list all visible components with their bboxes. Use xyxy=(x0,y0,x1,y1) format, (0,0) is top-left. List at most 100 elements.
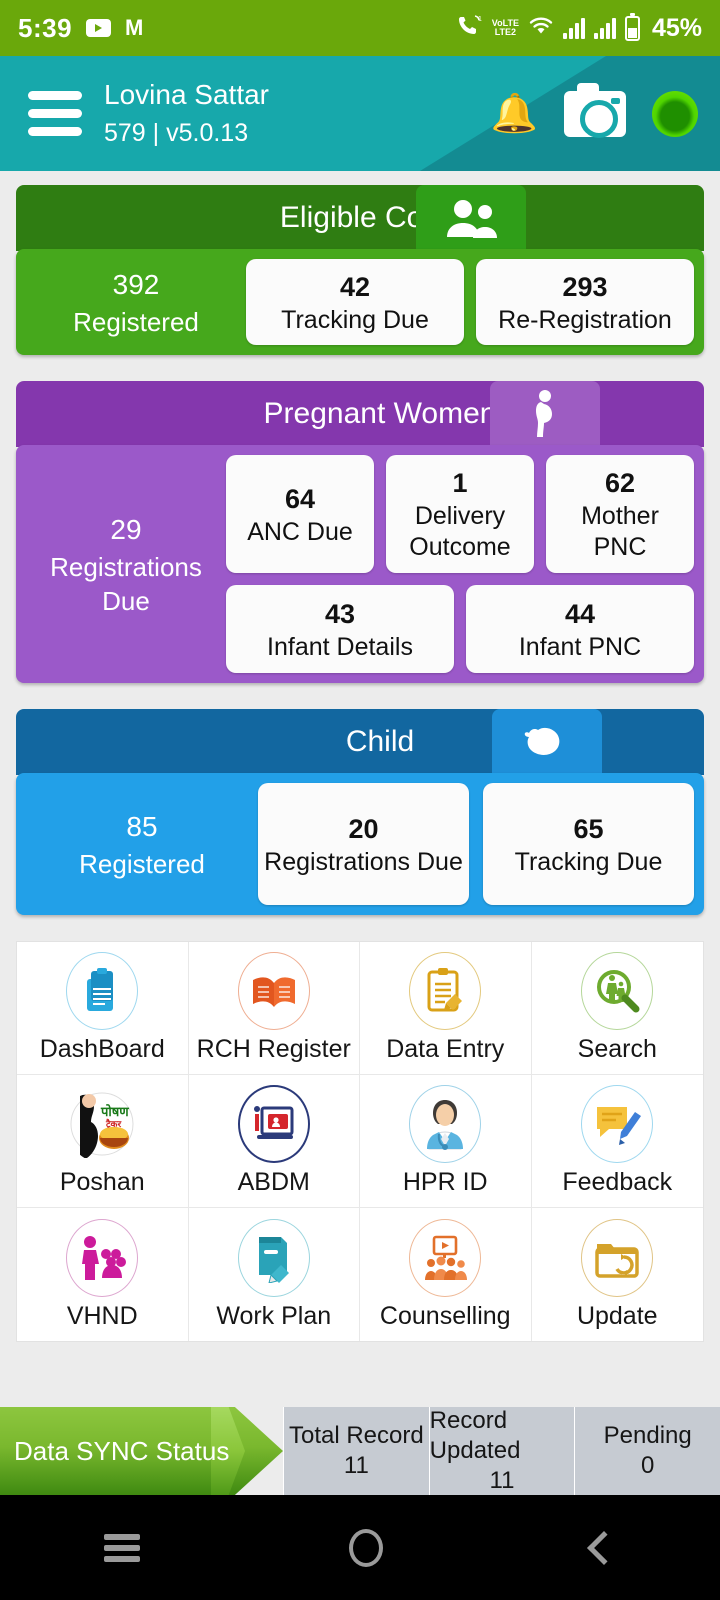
card-title: Eligible Couple xyxy=(279,201,481,234)
tile-number: 20 xyxy=(348,813,379,844)
hamburger-menu-icon[interactable] xyxy=(28,91,82,136)
tile-label: Infant PNC xyxy=(518,632,642,661)
menu-item-data-entry[interactable]: Data Entry xyxy=(360,942,532,1075)
menu-item-label: Data Entry xyxy=(386,1035,505,1063)
menu-item-counselling[interactable]: Counselling xyxy=(360,1208,532,1341)
signal-bars-sim2 xyxy=(593,17,616,39)
vhnd-community-icon xyxy=(66,1218,139,1297)
menu-item-feedback[interactable]: Feedback xyxy=(531,1075,703,1208)
folder-refresh-icon xyxy=(581,1218,654,1297)
menu-item-dashboard[interactable]: DashBoard xyxy=(17,942,189,1075)
recents-menu-icon[interactable] xyxy=(104,1533,141,1562)
tile-number: 293 xyxy=(562,271,608,302)
tile-infant-pnc[interactable]: 44 Infant PNC xyxy=(466,585,694,673)
home-circle-icon[interactable] xyxy=(348,1528,383,1567)
tile-label: Registrations Due xyxy=(264,847,463,876)
menu-item-search[interactable]: Search xyxy=(531,942,703,1075)
clipboard-dashboard-icon xyxy=(66,952,139,1030)
menu-item-label: HPR ID xyxy=(402,1168,488,1196)
menu-item-label: DashBoard xyxy=(39,1035,165,1063)
poshan-tracker-icon: पोषण ट्रैकर xyxy=(66,1085,139,1163)
sync-cell-total-record: Total Record 11 xyxy=(283,1407,429,1495)
card-header-child: Child xyxy=(16,709,704,775)
dashboard-cards: Eligible Couple 392 Registered 42 Tracki… xyxy=(0,171,720,915)
online-status-indicator[interactable] xyxy=(652,90,698,137)
wifi-icon xyxy=(528,15,554,42)
status-time: 5:39 xyxy=(18,12,73,43)
summary-label: Registered xyxy=(73,307,199,337)
user-name: Lovina Sattar xyxy=(104,78,269,110)
summary-number: 392 xyxy=(112,269,160,300)
tile-number: 62 xyxy=(604,468,636,498)
baby-icon xyxy=(492,709,602,775)
tile-mother-pnc[interactable]: 62 Mother PNC xyxy=(546,455,694,573)
card-summary-eligible-couple[interactable]: 392 Registered xyxy=(26,259,246,345)
card-child[interactable]: Child 85 Registered 20 Registrations Due… xyxy=(16,709,704,915)
sync-cell-value: 11 xyxy=(489,1467,515,1494)
app-header: Lovina Sattar 579 | v5.0.13 🔔 xyxy=(0,56,720,171)
tile-label: Infant Details xyxy=(267,632,413,661)
tile-label: Tracking Due xyxy=(514,847,663,876)
tile-number: 1 xyxy=(452,468,468,498)
tile-delivery-outcome[interactable]: 1 Delivery Outcome xyxy=(386,455,534,573)
menu-item-hpr-id[interactable]: HPR ID xyxy=(360,1075,532,1208)
clipboard-pencil-icon xyxy=(409,952,482,1030)
summary-number: 29 xyxy=(110,514,142,545)
summary-label: Registrations Due xyxy=(50,552,202,616)
menu-item-update[interactable]: Update xyxy=(532,1208,704,1341)
open-book-icon xyxy=(237,952,310,1030)
network-type-label: VoLTE LTE2 xyxy=(491,18,519,37)
menu-item-abdm[interactable]: ABDM xyxy=(188,1075,360,1208)
sync-cell-label: Pending xyxy=(603,1422,692,1449)
tile-number: 43 xyxy=(324,598,356,629)
pregnant-woman-icon xyxy=(490,381,600,447)
status-bar: 5:39 M 1 VoLTE LTE2 45% xyxy=(0,0,720,56)
tile-number: 64 xyxy=(284,483,316,514)
battery-icon xyxy=(624,12,640,41)
summary-number: 85 xyxy=(126,811,158,842)
menu-item-poshan[interactable]: पोषण ट्रैकर Poshan xyxy=(17,1075,189,1208)
menu-item-work-plan[interactable]: Work Plan xyxy=(189,1208,360,1341)
card-summary-child[interactable]: 85 Registered xyxy=(26,783,258,905)
user-id-version: 579 | v5.0.13 xyxy=(104,118,249,147)
tile-tracking-due[interactable]: 42 Tracking Due xyxy=(246,259,464,345)
counselling-group-icon xyxy=(409,1218,482,1297)
menu-item-label: RCH Register xyxy=(196,1035,351,1063)
sync-cell-pending: Pending 0 xyxy=(574,1407,720,1495)
menu-item-rch-register[interactable]: RCH Register xyxy=(188,942,360,1075)
volte-call-icon: 1 xyxy=(457,14,483,43)
tile-re-registration[interactable]: 293 Re-Registration xyxy=(476,259,694,345)
tile-tracking-due[interactable]: 65 Tracking Due xyxy=(483,783,694,905)
doctor-icon xyxy=(409,1085,482,1163)
status-bar-right: 1 VoLTE LTE2 45% xyxy=(457,12,702,43)
sync-cell-record-updated: Record Updated 11 xyxy=(428,1407,575,1495)
card-header-eligible-couple: Eligible Couple xyxy=(16,185,704,251)
menu-item-label: Counselling xyxy=(379,1301,511,1330)
svg-text:पोषण: पोषण xyxy=(100,1104,129,1119)
search-family-icon xyxy=(581,952,654,1030)
feedback-pencil-icon xyxy=(581,1085,654,1163)
tile-registrations-due[interactable]: 20 Registrations Due xyxy=(258,783,469,905)
menu-item-label: Poshan xyxy=(59,1168,145,1196)
sync-cell-value: 0 xyxy=(641,1452,655,1479)
card-pregnant-women[interactable]: Pregnant Women 29 Registrations Due 64 A… xyxy=(16,381,704,683)
notification-bell-icon[interactable]: 🔔 xyxy=(491,95,538,133)
card-eligible-couple[interactable]: Eligible Couple 392 Registered 42 Tracki… xyxy=(16,185,704,355)
card-summary-pregnant-women[interactable]: 29 Registrations Due xyxy=(26,455,226,673)
tile-number: 44 xyxy=(564,598,596,629)
menu-item-label: Update xyxy=(576,1301,658,1330)
couple-icon xyxy=(416,185,526,251)
sync-status-banner[interactable]: Data SYNC Status xyxy=(0,1407,283,1495)
menu-item-vhnd[interactable]: VHND xyxy=(17,1208,189,1341)
menu-item-label: ABDM xyxy=(237,1168,310,1196)
back-chevron-icon[interactable] xyxy=(586,1530,621,1565)
tile-infant-details[interactable]: 43 Infant Details xyxy=(226,585,454,673)
camera-icon[interactable] xyxy=(564,82,626,138)
menu-grid: DashBoard RCH Register Data Entry Search… xyxy=(16,941,704,1342)
menu-item-label: Work Plan xyxy=(216,1301,332,1330)
sync-cell-value: 11 xyxy=(343,1452,369,1479)
sync-cell-label: Record Updated xyxy=(429,1407,521,1464)
tile-anc-due[interactable]: 64 ANC Due xyxy=(226,455,374,573)
tile-label: Mother PNC xyxy=(581,502,659,561)
menu-item-label: Feedback xyxy=(562,1168,673,1196)
